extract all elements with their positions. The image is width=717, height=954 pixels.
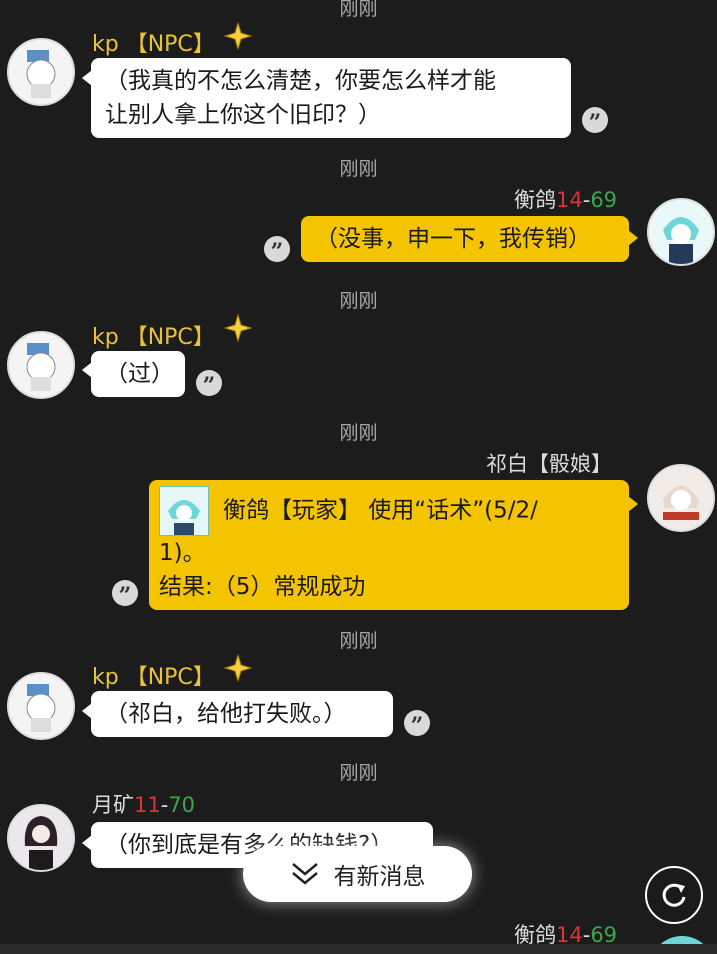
sparkle-star-icon bbox=[224, 654, 252, 682]
avatar-self[interactable] bbox=[647, 198, 715, 266]
avatar-dice-bot[interactable] bbox=[647, 464, 715, 532]
roll-result: 结果:（5）常规成功 bbox=[159, 574, 366, 600]
dice-roll-bubble[interactable]: 衡鸽【玩家】 使用“话术”(5/2/ 1)。 结果:（5）常规成功 bbox=[149, 480, 629, 610]
roll-line: 1)。 bbox=[159, 540, 206, 566]
sparkle-star-icon bbox=[224, 314, 252, 342]
timestamp: 刚刚 bbox=[339, 158, 378, 180]
quote-icon[interactable]: ” bbox=[112, 580, 138, 609]
double-chevron-down-icon bbox=[291, 863, 318, 885]
avatar-kp[interactable] bbox=[7, 672, 75, 740]
sender-name: 祁白【骰娘】 bbox=[486, 452, 612, 476]
message-text: （没事，申一下，我传销） bbox=[315, 226, 591, 252]
sender-name: 月矿11-70 bbox=[92, 793, 196, 817]
refresh-icon bbox=[662, 883, 686, 907]
quote-icon[interactable]: ” bbox=[582, 107, 608, 136]
new-message-label: 有新消息 bbox=[333, 864, 426, 890]
timestamp: 刚刚 bbox=[339, 422, 378, 444]
message-text: 让别人拿上你这个旧印？） bbox=[105, 102, 381, 128]
quote-icon[interactable]: ” bbox=[196, 370, 222, 399]
timestamp: 刚刚 bbox=[339, 762, 378, 784]
message-text: （祁白，给他打失败。） bbox=[105, 701, 347, 727]
timestamp: 刚刚 bbox=[339, 630, 378, 652]
roll-line: 衡鸽【玩家】 使用“话术”(5/2/ bbox=[159, 486, 619, 536]
sender-name: kp 【NPC】 bbox=[92, 325, 215, 350]
timestamp: 刚刚 bbox=[339, 290, 378, 312]
bubble-tail bbox=[628, 496, 638, 512]
avatar-kp[interactable] bbox=[7, 331, 75, 399]
message-bubble[interactable]: （没事，申一下，我传销） bbox=[301, 216, 629, 262]
sparkle-star-icon bbox=[224, 22, 252, 50]
message-bubble[interactable]: （我真的不怎么清楚，你要怎么样才能 让别人拿上你这个旧印？） bbox=[91, 58, 571, 138]
sender-name: kp 【NPC】 bbox=[92, 32, 215, 57]
avatar-yuekuang[interactable] bbox=[7, 804, 75, 872]
sender-name: kp 【NPC】 bbox=[92, 665, 215, 690]
timestamp: 刚刚 bbox=[339, 0, 378, 20]
message-bubble[interactable]: （祁白，给他打失败。） bbox=[91, 691, 393, 737]
mini-avatar-icon bbox=[159, 486, 209, 536]
message-bubble[interactable]: （过） bbox=[91, 351, 185, 397]
avatar-kp[interactable] bbox=[7, 38, 75, 106]
bottom-toolbar bbox=[0, 944, 717, 954]
refresh-button[interactable] bbox=[645, 866, 703, 924]
bubble-tail bbox=[628, 230, 638, 246]
message-text: （我真的不怎么清楚，你要怎么样才能 bbox=[105, 68, 496, 94]
quote-icon[interactable]: ” bbox=[404, 710, 430, 739]
quote-icon[interactable]: ” bbox=[264, 236, 290, 265]
message-text: （过） bbox=[105, 361, 174, 387]
new-message-button[interactable]: 有新消息 bbox=[243, 846, 472, 902]
sender-name: 衡鸽14-69 bbox=[514, 188, 618, 212]
